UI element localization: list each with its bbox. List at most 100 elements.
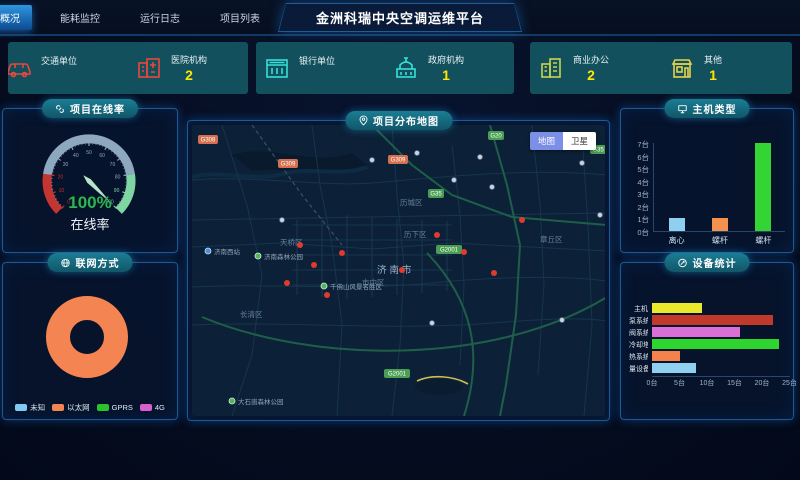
map-pin-icon (358, 115, 368, 126)
y-axis-tick: 0台 (625, 227, 649, 238)
satellite-mode-button[interactable]: 卫星 (563, 132, 596, 150)
link-icon (55, 104, 65, 114)
x-axis-tick: 10台 (694, 378, 720, 388)
poi-label: 济南森林公园 (264, 252, 303, 261)
tab-project-list[interactable]: 项目列表 (208, 5, 272, 30)
row-label-泵系统: 泵系统 (629, 316, 648, 326)
bar-离心 (669, 218, 685, 231)
panel-device-stats: 设备统计 主机泵系统阀系统冷却塔热系统量设备0台5台10台15台20台25台 (620, 262, 794, 420)
stat-card-2: 银行单位 政府机构 1 (256, 42, 514, 94)
stat-label: 政府机构 (428, 53, 464, 66)
district-label: 历城区 (400, 198, 423, 207)
bank-icon (264, 55, 290, 81)
lake-shape (415, 379, 463, 395)
bar-阀系统 (652, 327, 740, 337)
panel-title: 项目在线率 (70, 101, 125, 116)
svg-text:70: 70 (110, 162, 116, 168)
x-category-label: 离心 (657, 235, 697, 246)
svg-text:40: 40 (73, 153, 79, 159)
globe-icon (61, 258, 71, 268)
panel-online-rate-header: 项目在线率 (42, 99, 138, 118)
district-label: 章丘区 (540, 234, 563, 244)
x-axis-line (652, 376, 790, 377)
stat-item-office: 商业办公 2 (530, 53, 661, 83)
city-label: 济南市 (377, 264, 415, 276)
legend-item-ethernet[interactable]: 以太网 (52, 402, 90, 413)
bar-泵系统 (652, 315, 773, 325)
x-category-label: 螺杆 (700, 235, 740, 246)
title-box: 金洲科瑞中央空调运维平台 (278, 3, 522, 32)
map-mode-button[interactable]: 地图 (530, 132, 563, 150)
bar-冷却塔 (652, 339, 779, 349)
y-axis-tick: 6台 (625, 152, 649, 163)
x-axis-line (653, 231, 785, 232)
legend-item-4g[interactable]: 4G (140, 402, 165, 413)
row-label-量设备: 量设备 (629, 364, 648, 374)
panel-online-rate: 项目在线率 0102030405060708090100 100% 在线率 (2, 108, 178, 253)
title-box-inner: 金洲科瑞中央空调运维平台 (279, 4, 521, 31)
row-label-阀系统: 阀系统 (629, 328, 648, 338)
host-type-chart: 0台1台2台3台4台5台6台7台离心螺杆螺杆 (625, 123, 789, 248)
road-badge: G308 (201, 138, 216, 144)
tab-energy-monitor[interactable]: 能耗监控 (48, 5, 112, 30)
legend-item-gprs[interactable]: GPRS (97, 402, 133, 413)
poi-label: 济南西站 (214, 247, 241, 256)
legend-item-unknown[interactable]: 未知 (15, 402, 45, 413)
svg-text:30: 30 (63, 162, 69, 168)
tab-overview[interactable]: 概况 (0, 5, 32, 30)
tab-operation-log[interactable]: 运行日志 (128, 5, 192, 30)
legend-label: 以太网 (67, 402, 90, 413)
page-title: 金洲科瑞中央空调运维平台 (316, 8, 484, 27)
bar-热系统 (652, 351, 680, 361)
svg-text:50: 50 (86, 150, 92, 156)
road-badge: G2001 (388, 372, 407, 378)
y-axis-tick: 5台 (625, 164, 649, 175)
stat-value: 1 (709, 67, 717, 83)
stat-label: 交通单位 (41, 54, 77, 67)
government-icon (393, 55, 419, 81)
road-badge: G35 (430, 192, 442, 198)
x-axis-tick: 20台 (749, 378, 775, 388)
road-badge: G309 (281, 162, 296, 168)
store-icon (669, 55, 695, 81)
x-axis-tick: 5台 (667, 378, 693, 388)
stat-item-hospital: 医院机构 2 (128, 53, 248, 83)
compass-icon (678, 258, 688, 268)
x-axis-tick: 25台 (777, 378, 800, 388)
x-category-label: 螺杆 (743, 235, 783, 246)
legend-label: 未知 (30, 402, 45, 413)
bar-螺杆 (755, 143, 771, 231)
legend-swatch (52, 404, 64, 411)
panel-project-map: 项目分布地图 地图 卫星 (187, 120, 610, 421)
stat-label: 银行单位 (299, 54, 335, 67)
monitor-icon (678, 104, 688, 114)
map-mode-switch: 地图 卫星 (530, 132, 596, 150)
bar-主机 (652, 303, 702, 313)
stat-card-3: 商业办公 2 其他 1 (530, 42, 792, 94)
map-svg: G308 G309 G309 G35 G35 G20 G2001 G2001 天… (192, 125, 605, 416)
district-label: 历下区 (404, 230, 427, 239)
y-axis-tick: 3台 (625, 189, 649, 200)
map-canvas[interactable]: 地图 卫星 (192, 125, 605, 416)
svg-text:20: 20 (58, 174, 64, 180)
panel-host-type: 主机类型 0台1台2台3台4台5台6台7台离心螺杆螺杆 (620, 108, 794, 253)
panel-map-header: 项目分布地图 (345, 111, 452, 130)
x-axis-tick: 0台 (639, 378, 665, 388)
svg-text:80: 80 (115, 174, 121, 180)
stat-label: 其他 (704, 53, 722, 66)
stat-item-other: 其他 1 (661, 53, 792, 83)
device-stats-chart: 主机泵系统阀系统冷却塔热系统量设备0台5台10台15台20台25台 (629, 277, 787, 415)
road-badge: G2001 (440, 248, 459, 254)
stat-item-bank: 银行单位 (256, 54, 385, 83)
district-label: 长清区 (240, 309, 263, 319)
legend-label: GPRS (112, 403, 133, 412)
y-axis-tick: 7台 (625, 139, 649, 150)
stat-value: 1 (442, 67, 450, 83)
header: 概况 能耗监控 运行日志 项目列表 视频监控 金洲科瑞中央空调运维平台 (0, 0, 800, 36)
bar-螺杆 (712, 218, 728, 231)
panel-host-type-header: 主机类型 (665, 99, 750, 118)
row-label-冷却塔: 冷却塔 (629, 340, 648, 350)
panel-network-type: 联网方式 未知 以太网 GPRS 4G (2, 262, 178, 420)
stat-label: 医院机构 (171, 53, 207, 66)
y-axis-tick: 1台 (625, 214, 649, 225)
